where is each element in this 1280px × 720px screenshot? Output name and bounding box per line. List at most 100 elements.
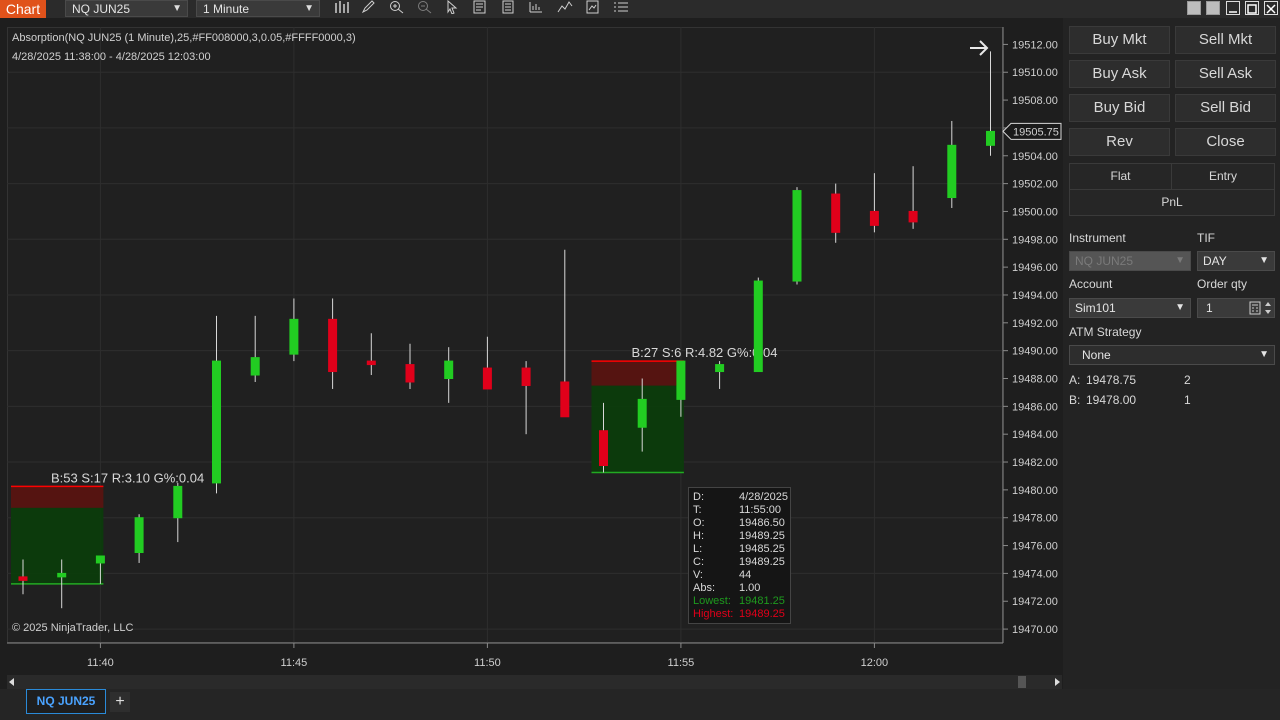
position-pnl: PnL — [1069, 189, 1275, 216]
absorption-zone-label: B:53 S:17 R:3.10 G%:0.04 — [51, 470, 204, 485]
tooltip-value: 19486.50 — [739, 517, 785, 529]
date-range-label: 4/28/2025 11:38:00 - 4/28/2025 12:03:00 — [12, 51, 211, 63]
time-tick-label: 11:45 — [281, 657, 308, 669]
absorption-zone-top — [11, 486, 104, 508]
buy-market-button[interactable]: Buy Mkt — [1069, 26, 1170, 54]
candle-body — [908, 210, 918, 223]
time-tick-label: 11:50 — [474, 657, 501, 669]
bid-qty: 1 — [1184, 393, 1191, 407]
chevron-down-icon: ▼ — [172, 3, 182, 14]
tooltip-value: 19485.25 — [739, 543, 785, 555]
close-position-button[interactable]: Close — [1175, 128, 1276, 156]
chevron-down-icon: ▼ — [1175, 302, 1185, 313]
tooltip-highest-row: Highest: 19489.25 — [693, 608, 786, 621]
pencil-icon[interactable] — [360, 0, 378, 18]
tile-window-icon[interactable] — [1187, 1, 1201, 15]
atm-strategy-select[interactable]: None ▼ — [1069, 345, 1275, 365]
strategy-icon[interactable] — [527, 0, 545, 18]
template-icon[interactable] — [584, 0, 602, 18]
pointer-icon[interactable] — [443, 0, 461, 18]
indicator-icon[interactable] — [556, 0, 574, 18]
tab-nq-jun25[interactable]: NQ JUN25 — [26, 689, 106, 714]
time-tick-label: 11:40 — [87, 657, 114, 669]
ask-price: 19478.75 — [1086, 373, 1137, 387]
instrument-field-value: NQ JUN25 — [1075, 254, 1134, 268]
sell-bid-button[interactable]: Sell Bid — [1175, 94, 1276, 122]
candle-body — [715, 364, 725, 373]
sell-ask-button[interactable]: Sell Ask — [1175, 60, 1276, 88]
interval-selector[interactable]: 1 Minute ▼ — [196, 0, 320, 17]
candle-body — [173, 485, 183, 519]
order-qty-label: Order qty — [1197, 277, 1248, 291]
order-qty-stepper[interactable]: 1 — [1197, 298, 1275, 318]
horizontal-scrollbar[interactable] — [7, 675, 1062, 689]
chevron-down-icon: ▼ — [1259, 349, 1269, 360]
instrument-selector[interactable]: NQ JUN25 ▼ — [65, 0, 188, 17]
current-price-label: 19505.75 — [1013, 126, 1059, 138]
tooltip-key: Lowest: — [693, 595, 731, 607]
tooltip-row: O: 19486.50 — [693, 517, 786, 530]
price-tick-label: 19476.00 — [1012, 541, 1058, 553]
zoom-in-icon[interactable] — [388, 0, 406, 18]
reverse-button[interactable]: Rev — [1069, 128, 1170, 156]
bars-icon[interactable] — [333, 0, 351, 18]
candle-body — [482, 367, 492, 390]
candle-body — [95, 555, 105, 564]
link-window-icon[interactable] — [1206, 1, 1220, 15]
close-icon[interactable] — [1264, 1, 1278, 15]
price-tick-label: 19480.00 — [1012, 485, 1058, 497]
account-select[interactable]: Sim101 ▼ — [1069, 298, 1191, 318]
price-tick-label: 19512.00 — [1012, 39, 1058, 51]
price-tick-label: 19484.00 — [1012, 429, 1058, 441]
time-tick-label: 11:55 — [668, 657, 695, 669]
atm-strategy-label: ATM Strategy — [1069, 325, 1142, 339]
tooltip-row: L: 19485.25 — [693, 543, 786, 556]
candle-body — [947, 144, 957, 199]
candle-body — [521, 367, 531, 386]
tooltip-key: D: — [693, 491, 704, 503]
price-tick-label: 19496.00 — [1012, 262, 1058, 274]
instrument-label: Instrument — [1069, 231, 1126, 245]
atm-strategy-value: None — [1082, 348, 1111, 362]
add-tab-button[interactable]: + — [110, 692, 130, 712]
tooltip-value: 11:55:00 — [739, 504, 782, 516]
price-tick-label: 19500.00 — [1012, 206, 1058, 218]
position-entry: Entry — [1171, 163, 1275, 190]
stepper-arrows-icon[interactable] — [1264, 300, 1272, 321]
tooltip-value: 44 — [739, 569, 752, 581]
menu-icon[interactable] — [612, 0, 630, 18]
buy-ask-button[interactable]: Buy Ask — [1069, 60, 1170, 88]
candle-body — [328, 318, 338, 373]
candle-body — [753, 280, 763, 373]
scroll-thumb — [1018, 676, 1026, 688]
candle-body — [18, 576, 28, 581]
tooltip-value: 19489.25 — [739, 530, 785, 542]
candle-body — [250, 357, 260, 376]
candle-body — [444, 360, 454, 380]
candle-body — [792, 190, 802, 282]
tooltip-key: L: — [693, 543, 703, 555]
tooltip-row: V: 44 — [693, 569, 786, 582]
maximize-icon[interactable] — [1245, 1, 1259, 15]
sell-market-button[interactable]: Sell Mkt — [1175, 26, 1276, 54]
minimize-icon[interactable] — [1226, 1, 1240, 15]
candle-body — [599, 430, 608, 467]
candle-body — [289, 318, 299, 355]
data-box-icon[interactable] — [471, 0, 489, 18]
arrow-right-icon[interactable] — [968, 38, 990, 58]
tooltip-key: O: — [693, 517, 705, 529]
copyright-text: © 2025 NinjaTrader, LLC — [12, 622, 134, 634]
price-chart[interactable]: B:53 S:17 R:3.10 G%:0.04B:27 S:6 R:4.82 … — [7, 27, 1062, 675]
properties-icon[interactable] — [499, 0, 517, 18]
tooltip-key: H: — [693, 530, 704, 542]
tif-select[interactable]: DAY ▼ — [1197, 251, 1275, 271]
calculator-icon[interactable] — [1249, 301, 1261, 320]
bid-label: B: — [1069, 393, 1081, 407]
tif-select-value: DAY — [1203, 254, 1227, 268]
tooltip-value: 19489.25 — [739, 556, 785, 568]
ask-label: A: — [1069, 373, 1081, 387]
zoom-out-icon[interactable] — [416, 0, 434, 18]
buy-bid-button[interactable]: Buy Bid — [1069, 94, 1170, 122]
bottom-tab-bar — [0, 689, 1280, 720]
ask-qty: 2 — [1184, 373, 1191, 387]
